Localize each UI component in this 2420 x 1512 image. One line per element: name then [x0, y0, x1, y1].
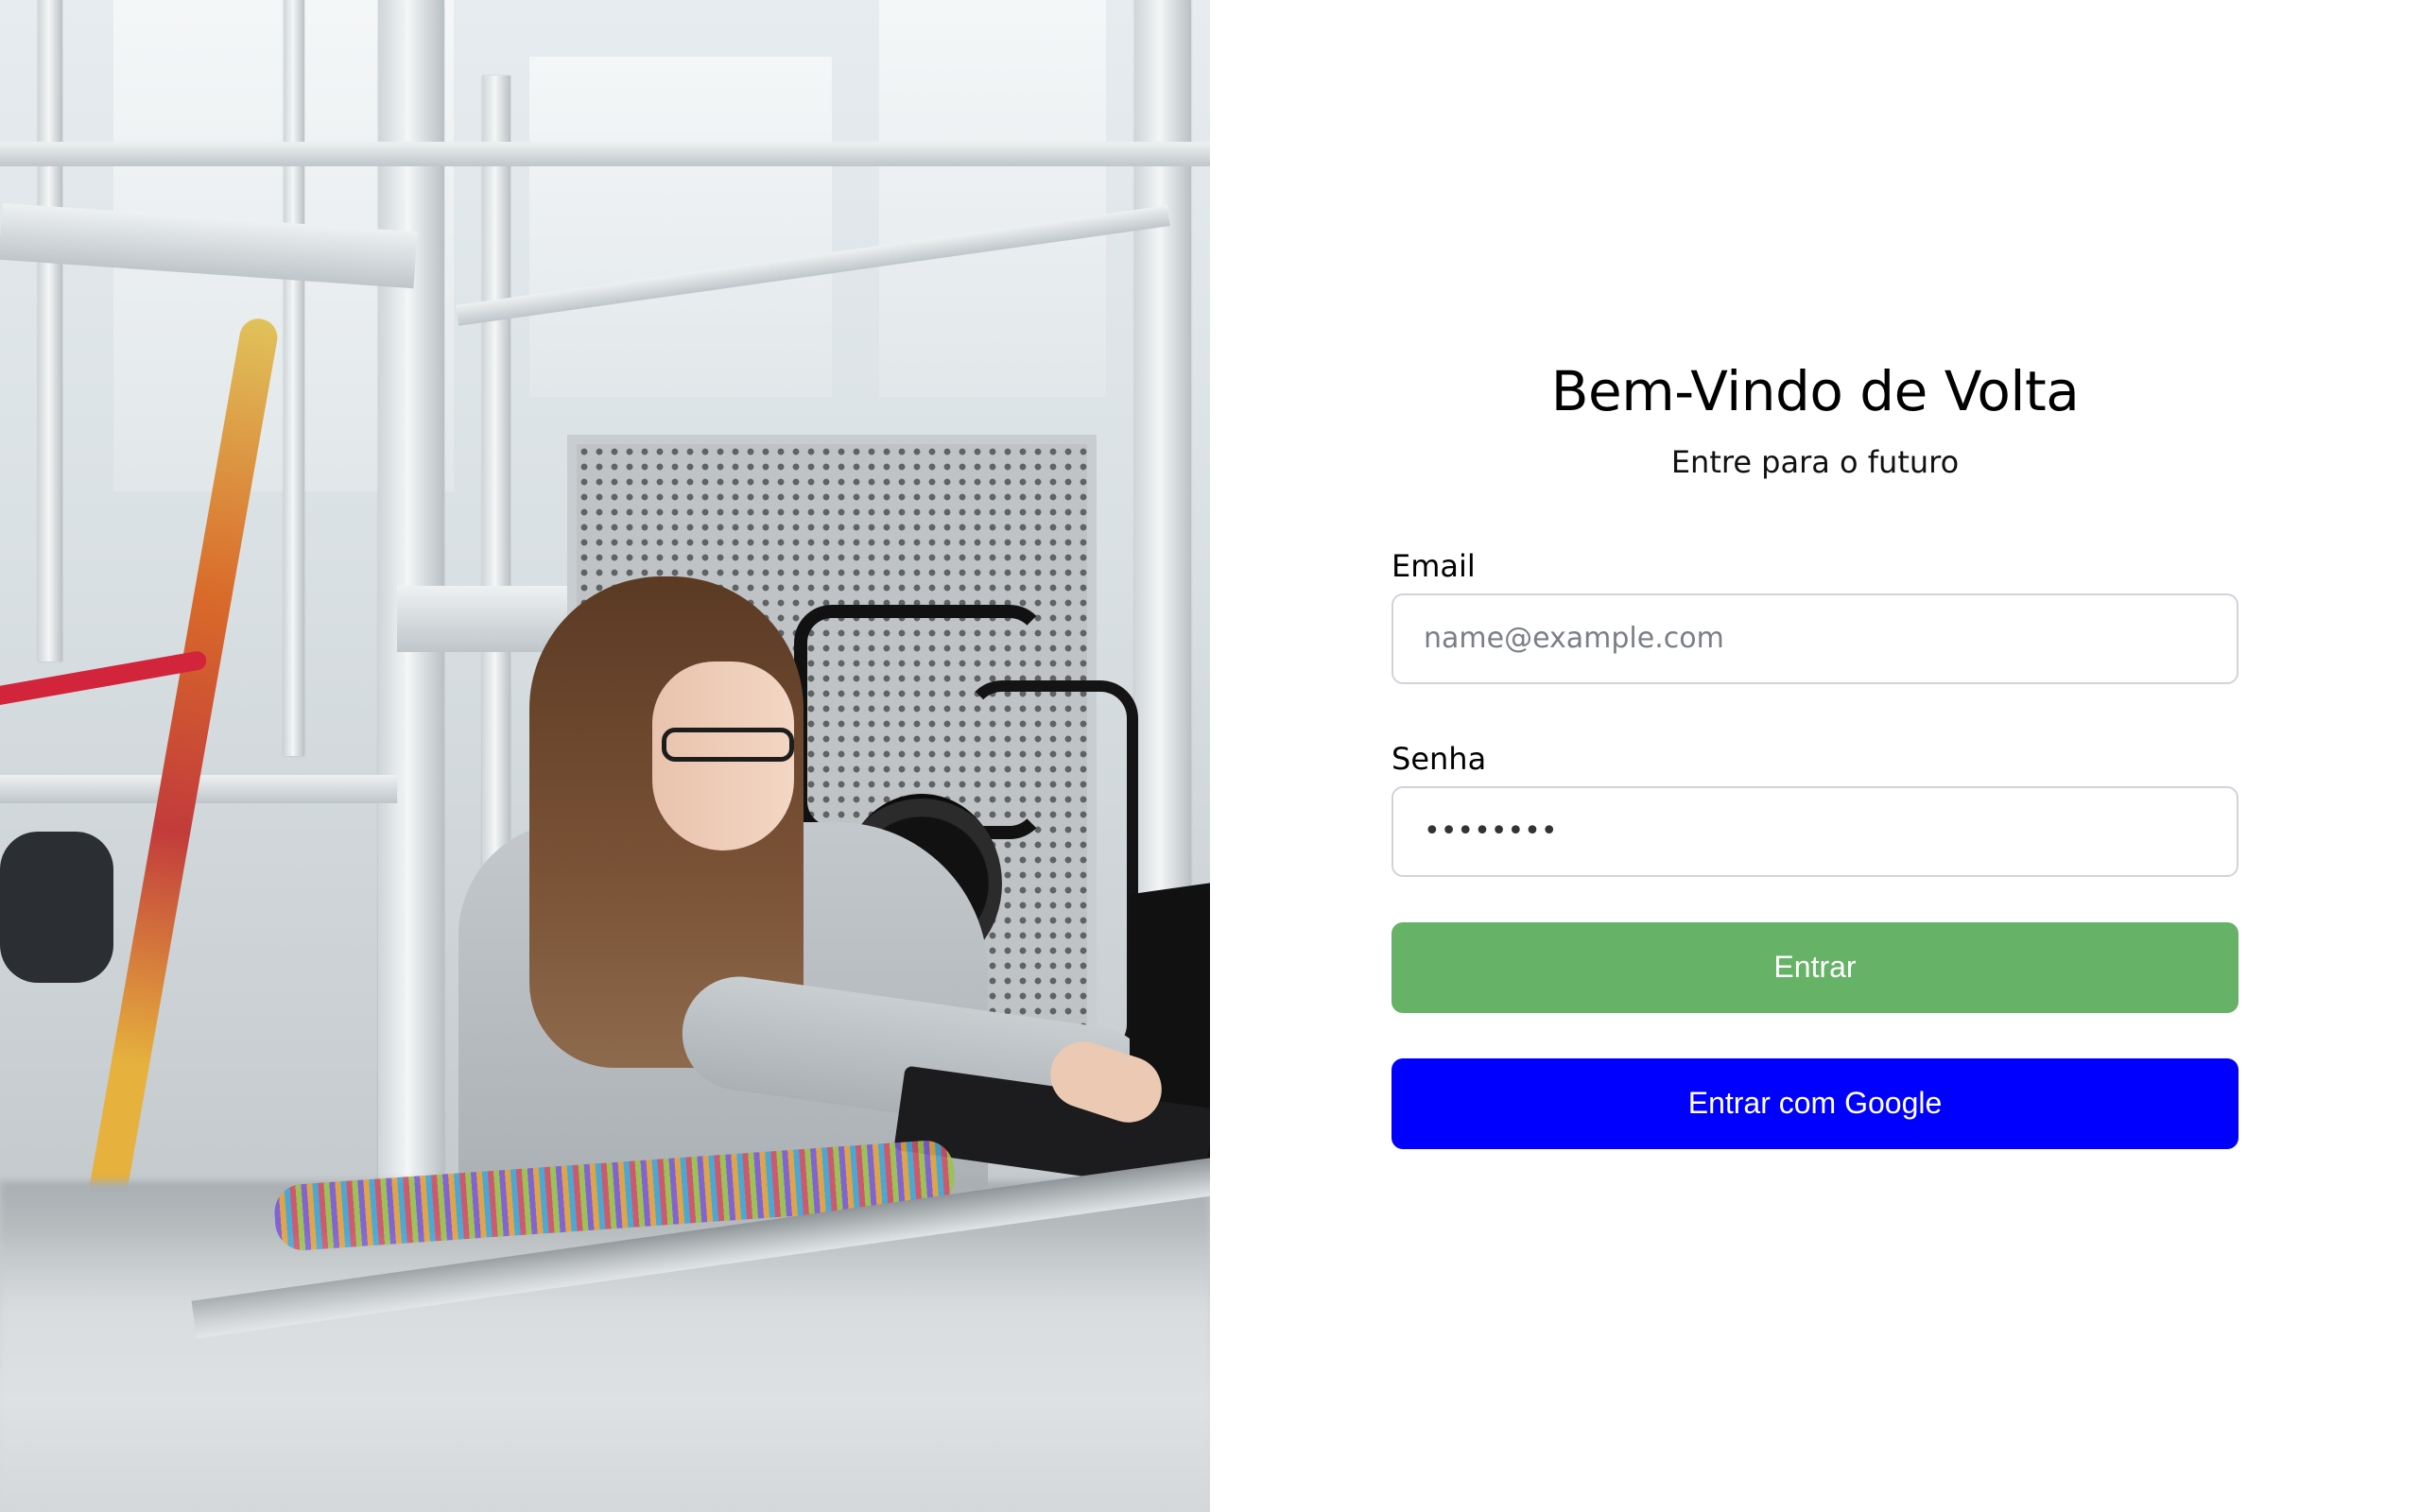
login-page: Bem-Vindo de Volta Entre para o futuro E… [0, 0, 2420, 1512]
login-form: Bem-Vindo de Volta Entre para o futuro E… [1392, 359, 2238, 1149]
submit-button[interactable]: Entrar [1392, 921, 2238, 1013]
google-signin-button[interactable]: Entrar com Google [1392, 1057, 2238, 1149]
page-title: Bem-Vindo de Volta [1550, 359, 2080, 423]
hero-photo [0, 0, 1210, 1512]
password-field[interactable] [1392, 785, 2238, 877]
login-panel: Bem-Vindo de Volta Entre para o futuro E… [1210, 0, 2420, 1512]
email-label: Email [1392, 547, 1476, 584]
page-subtitle: Entre para o futuro [1670, 443, 1960, 480]
password-label: Senha [1392, 740, 1487, 777]
email-field[interactable] [1392, 593, 2238, 684]
